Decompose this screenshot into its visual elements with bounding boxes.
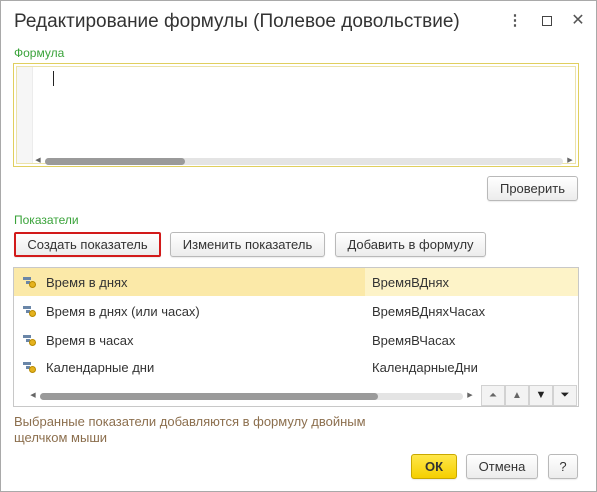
formula-gutter: [17, 67, 33, 163]
code-cell[interactable]: ВремяВДняхЧасах: [365, 297, 578, 325]
formula-horizontal-scrollbar[interactable]: ◀ ▶: [33, 155, 575, 167]
create-indicator-button[interactable]: Создать показатель: [14, 232, 161, 257]
indicator-name: Время в днях (или часах): [46, 304, 200, 319]
code-cell[interactable]: ВремяВЧасах: [365, 326, 578, 354]
scroll-thumb[interactable]: [40, 393, 378, 400]
indicator-code: ВремяВЧасах: [372, 333, 456, 348]
indicator-code: ВремяВДнях: [372, 275, 450, 290]
edit-indicator-button[interactable]: Изменить показатель: [170, 232, 325, 257]
code-cell[interactable]: КалендарныеДни: [365, 353, 578, 381]
name-cell[interactable]: Календарные дни: [14, 353, 365, 381]
indicators-table[interactable]: Время в днях ВремяВДнях Время в днях (ил…: [13, 267, 579, 407]
indicator-code: ВремяВДняхЧасах: [372, 304, 486, 319]
formula-text-area[interactable]: ◀ ▶: [16, 66, 576, 167]
code-cell[interactable]: ВремяВДнях: [365, 268, 578, 296]
row-navigation: ⏶ ▲ ▼ ⏷: [481, 385, 577, 406]
table-row[interactable]: Календарные дни КалендарныеДни: [14, 353, 578, 381]
indicator-name: Время в днях: [46, 275, 128, 290]
formula-label: Формула: [14, 46, 65, 60]
scroll-track[interactable]: [45, 158, 563, 165]
scroll-left-icon[interactable]: ◀: [33, 155, 43, 167]
check-formula-button[interactable]: Проверить: [487, 176, 578, 201]
table-row[interactable]: Время в днях (или часах) ВремяВДняхЧасах: [14, 297, 578, 325]
indicator-name: Календарные дни: [46, 360, 155, 375]
dialog-window: Редактирование формулы (Полевое довольст…: [0, 0, 597, 492]
add-to-formula-button[interactable]: Добавить в формулу: [335, 232, 486, 257]
maximize-icon[interactable]: [538, 12, 556, 30]
table-row[interactable]: Время в часах ВремяВЧасах: [14, 326, 578, 354]
scroll-thumb[interactable]: [45, 158, 185, 165]
move-down-icon[interactable]: ▼: [529, 385, 553, 406]
indicators-label: Показатели: [14, 213, 79, 227]
help-button[interactable]: ?: [548, 454, 578, 479]
dialog-title: Редактирование формулы (Полевое довольст…: [14, 11, 460, 32]
text-caret: [53, 71, 54, 86]
ok-button[interactable]: ОК: [411, 454, 457, 479]
property-icon: [23, 305, 37, 317]
close-icon[interactable]: ✕: [569, 12, 587, 30]
name-cell[interactable]: Время в днях (или часах): [14, 297, 365, 325]
scroll-left-icon[interactable]: ◀: [28, 390, 38, 402]
indicator-name: Время в часах: [46, 333, 134, 348]
scroll-right-icon[interactable]: ▶: [465, 390, 475, 402]
name-cell[interactable]: Время в днях: [14, 268, 365, 296]
title-bar: Редактирование формулы (Полевое довольст…: [1, 1, 596, 43]
cancel-button[interactable]: Отмена: [466, 454, 538, 479]
scroll-track[interactable]: [40, 393, 463, 400]
scroll-right-icon[interactable]: ▶: [565, 155, 575, 167]
move-last-icon[interactable]: ⏷: [553, 385, 577, 406]
move-first-icon[interactable]: ⏶: [481, 385, 505, 406]
more-actions-icon[interactable]: ⋮: [506, 12, 524, 30]
indicator-code: КалендарныеДни: [372, 360, 478, 375]
table-row[interactable]: Время в днях ВремяВДнях: [14, 268, 578, 296]
move-up-icon[interactable]: ▲: [505, 385, 529, 406]
property-icon: [23, 276, 37, 288]
property-icon: [23, 361, 37, 373]
formula-editor[interactable]: ◀ ▶: [13, 63, 579, 167]
name-cell[interactable]: Время в часах: [14, 326, 365, 354]
hint-text: Выбранные показатели добавляются в форму…: [14, 414, 366, 445]
property-icon: [23, 334, 37, 346]
table-horizontal-scrollbar[interactable]: ◀ ▶: [28, 390, 475, 402]
